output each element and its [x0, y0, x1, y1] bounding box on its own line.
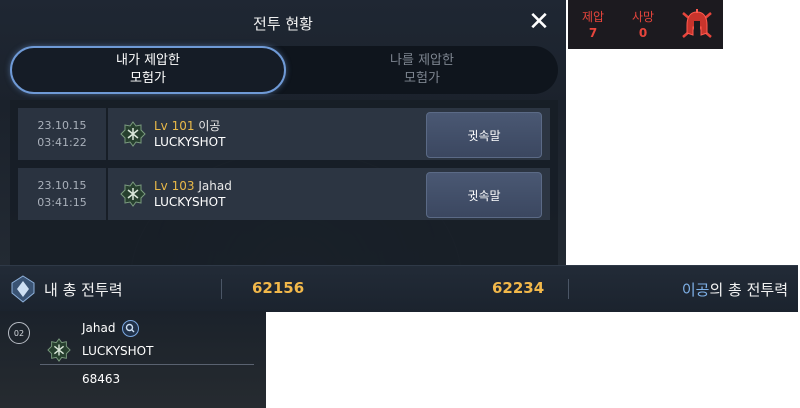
enemy-power-value: 62234: [492, 279, 545, 297]
crest-icon: [11, 275, 35, 303]
death-label: 사망: [631, 9, 655, 24]
player-text: Lv 101 이공 LUCKYSHOT: [154, 118, 225, 150]
card-guild-name: LUCKYSHOT: [82, 344, 154, 358]
rank-badge: 02: [8, 322, 30, 344]
time-text: 03:41:22: [37, 136, 87, 149]
tab-label-line2: 모험가: [404, 71, 440, 86]
suppress-stat: 제압 7: [568, 9, 618, 41]
enemy-power-suffix: 의 총 전투력: [709, 281, 788, 299]
player-level: Lv 103: [154, 179, 195, 193]
date-text: 23.10.15: [37, 179, 87, 192]
kill-list: 23.10.15 03:41:22 Lv 101 이공 LUCKYSHOT 귓속…: [10, 100, 558, 265]
combat-power-bar: 내 총 전투력 62156 62234 이공의 총 전투력: [0, 265, 798, 312]
spartan-helmet-icon[interactable]: [679, 7, 715, 43]
divider: [221, 279, 222, 299]
guild-name: LUCKYSHOT: [154, 195, 226, 209]
timestamp: 23.10.15 03:41:15: [18, 168, 106, 220]
battle-status-panel: 전투 현황 ✕ 내가 제압한 모험가 나를 제압한 모험가 23.10.15 0…: [0, 0, 566, 265]
panel-title: 전투 현황: [253, 14, 313, 33]
tab-label-line1: 내가 제압한: [116, 53, 180, 68]
suppress-label: 제압: [581, 9, 605, 24]
my-power-value: 62156: [252, 279, 305, 297]
death-value: 0: [638, 25, 648, 40]
player-text: Lv 103 Jahad LUCKYSHOT: [154, 178, 232, 210]
tab-bar: 내가 제압한 모험가 나를 제압한 모험가: [10, 46, 558, 94]
tab-suppressed-by-me[interactable]: 내가 제압한 모험가: [10, 46, 286, 94]
card-player-name: Jahad: [82, 321, 116, 335]
close-icon[interactable]: ✕: [526, 9, 552, 35]
whisper-button[interactable]: 귓속말: [426, 112, 542, 158]
tab-suppressed-me[interactable]: 나를 제압한 모험가: [286, 46, 558, 94]
player-level: Lv 101: [154, 119, 195, 133]
tab-label-line2: 모험가: [130, 71, 166, 86]
time-text: 03:41:15: [37, 196, 87, 209]
player-card: 02 Jahad LUCKYSHOT 68463: [0, 311, 266, 408]
guild-name: LUCKYSHOT: [154, 135, 226, 149]
guild-emblem-icon: [120, 121, 146, 147]
guild-emblem-icon: [47, 338, 71, 362]
suppress-value: 7: [588, 25, 598, 40]
player-info: Lv 101 이공 LUCKYSHOT 귓속말: [108, 108, 550, 160]
divider: [40, 364, 254, 365]
timestamp: 23.10.15 03:41:22: [18, 108, 106, 160]
kill-death-stats: 제압 7 사망 0: [568, 0, 723, 49]
list-item: 23.10.15 03:41:22 Lv 101 이공 LUCKYSHOT 귓속…: [18, 108, 550, 160]
magnifier-glyph: [125, 323, 135, 333]
divider: [568, 279, 569, 299]
guild-emblem-icon: [120, 181, 146, 207]
tab-label-line1: 나를 제압한: [390, 53, 454, 68]
my-power-label: 내 총 전투력: [44, 281, 123, 299]
list-item: 23.10.15 03:41:15 Lv 103 Jahad LUCKYSHOT…: [18, 168, 550, 220]
panel-header: 전투 현황 ✕: [0, 0, 566, 46]
search-icon[interactable]: [122, 320, 139, 337]
player-info: Lv 103 Jahad LUCKYSHOT 귓속말: [108, 168, 550, 220]
player-name: Jahad: [198, 179, 232, 193]
enemy-power-label: 이공의 총 전투력: [682, 279, 788, 300]
date-text: 23.10.15: [37, 119, 87, 132]
player-name: 이공: [198, 119, 221, 133]
card-power-value: 68463: [82, 372, 121, 386]
whisper-button[interactable]: 귓속말: [426, 172, 542, 218]
enemy-name: 이공: [681, 281, 710, 299]
death-stat: 사망 0: [618, 9, 668, 41]
